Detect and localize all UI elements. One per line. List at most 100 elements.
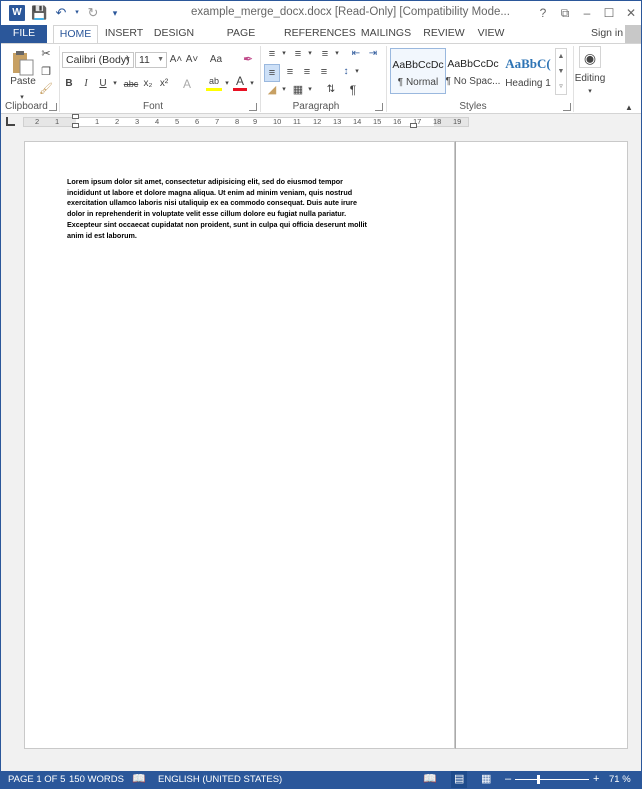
styles-gallery-scroll[interactable]: ▲ ▼ ▿ <box>555 48 567 95</box>
avatar[interactable] <box>625 25 641 43</box>
sort-icon[interactable]: ⇅ <box>324 82 338 98</box>
document-page-next[interactable] <box>455 141 628 749</box>
borders-icon[interactable]: ▦ <box>291 82 305 98</box>
proofing-icon[interactable]: 📖 <box>132 771 146 788</box>
document-page[interactable]: Lorem ipsum dolor sit amet, consectetur … <box>24 141 455 749</box>
superscript-button[interactable]: x² <box>157 76 171 92</box>
zoom-slider-thumb[interactable] <box>537 775 540 784</box>
change-case-button[interactable]: Aa <box>206 52 226 68</box>
align-right-icon[interactable]: ≡ <box>299 64 315 80</box>
read-mode-icon[interactable]: 📖 <box>423 771 437 788</box>
tab-design[interactable]: DESIGN <box>152 25 196 44</box>
font-color-dropdown-icon[interactable]: ▾ <box>248 76 256 92</box>
ruler-tick: 4 <box>155 117 160 126</box>
copy-icon[interactable]: ❐ <box>39 64 53 80</box>
binoculars-icon[interactable]: ◉ <box>579 46 601 68</box>
tab-mailings[interactable]: MAILINGS <box>358 25 414 44</box>
bullets-icon[interactable]: ≡ <box>264 46 280 62</box>
chevron-down-icon[interactable]: ▼ <box>556 64 566 79</box>
subscript-button[interactable]: x₂ <box>141 76 155 92</box>
align-left-icon[interactable]: ≡ <box>264 64 280 82</box>
underline-button[interactable]: U <box>97 76 109 92</box>
tab-references[interactable]: REFERENCES <box>284 25 356 44</box>
paste-button[interactable]: Paste <box>7 74 39 90</box>
text-effects-button[interactable]: A <box>181 76 193 92</box>
numbering-dropdown-icon[interactable]: ▾ <box>306 46 314 62</box>
body-paragraph[interactable]: Lorem ipsum dolor sit amet, consectetur … <box>67 177 372 241</box>
increase-indent-icon[interactable]: ⇥ <box>366 46 380 62</box>
line-spacing-dropdown-icon[interactable]: ▾ <box>353 64 361 80</box>
redo-icon[interactable]: ↻ <box>85 4 101 22</box>
zoom-out-button[interactable]: – <box>505 771 511 788</box>
tab-file[interactable]: FILE <box>1 25 47 44</box>
right-indent-marker[interactable] <box>410 123 417 128</box>
tab-view[interactable]: VIEW <box>474 25 508 44</box>
ruler-tick: 19 <box>453 117 462 126</box>
help-button[interactable]: ? <box>532 3 554 23</box>
decrease-indent-icon[interactable]: ⇤ <box>349 46 363 62</box>
font-color-button[interactable]: A <box>233 74 247 91</box>
underline-dropdown-icon[interactable]: ▾ <box>111 76 119 92</box>
page-count[interactable]: PAGE 1 OF 5 <box>8 771 65 788</box>
font-launcher-icon[interactable] <box>249 103 257 111</box>
line-spacing-icon[interactable]: ↕ <box>339 64 353 80</box>
clear-formatting-icon[interactable]: ✒ <box>241 51 255 67</box>
paste-icon[interactable] <box>12 50 34 76</box>
sign-in-link[interactable]: Sign in <box>591 27 623 39</box>
zoom-level[interactable]: 71 % <box>609 771 631 788</box>
align-center-icon[interactable]: ≡ <box>282 64 298 80</box>
multilevel-list-icon[interactable]: ≡ <box>317 46 333 62</box>
styles-launcher-icon[interactable] <box>563 103 571 111</box>
shading-icon[interactable]: ◢ <box>264 82 280 98</box>
undo-icon[interactable]: ↶ <box>53 4 69 22</box>
tab-selector-icon[interactable] <box>6 117 15 126</box>
horizontal-ruler[interactable]: 2 1 1 2 3 4 5 6 7 8 9 10 11 12 13 14 15 … <box>23 114 469 128</box>
word-count[interactable]: 150 WORDS <box>69 771 124 788</box>
numbering-icon[interactable]: ≡ <box>290 46 306 62</box>
style-heading-1[interactable]: AaBbC( Heading 1 <box>500 48 556 94</box>
word-app-icon[interactable]: W <box>9 5 25 21</box>
bullets-dropdown-icon[interactable]: ▾ <box>280 46 288 62</box>
strikethrough-button[interactable]: abc <box>122 76 140 92</box>
font-family-select[interactable]: Calibri (Body) ▼ <box>62 52 134 68</box>
style-no-spacing[interactable]: AaBbCcDc ¶ No Spac... <box>445 48 501 94</box>
tab-insert[interactable]: INSERT <box>102 25 146 44</box>
ribbon-display-options-button[interactable]: ⧉ <box>554 3 576 23</box>
clipboard-launcher-icon[interactable] <box>49 103 57 111</box>
format-painter-icon[interactable]: 🖌 <box>39 81 53 97</box>
italic-button[interactable]: I <box>80 76 92 92</box>
customize-quick-access-icon[interactable]: ▾ <box>107 4 123 22</box>
editing-dropdown-icon[interactable]: ▾ <box>583 84 597 100</box>
first-line-indent-marker[interactable] <box>72 114 79 119</box>
font-size-select[interactable]: 11 ▼ <box>135 52 167 68</box>
bold-button[interactable]: B <box>63 76 75 92</box>
justify-icon[interactable]: ≡ <box>316 64 332 80</box>
grow-font-button[interactable]: A˄ <box>169 52 183 68</box>
maximize-button[interactable]: ☐ <box>598 3 620 23</box>
zoom-slider[interactable] <box>515 779 589 780</box>
more-styles-icon[interactable]: ▿ <box>556 79 566 94</box>
tab-review[interactable]: REVIEW <box>421 25 467 44</box>
highlight-dropdown-icon[interactable]: ▾ <box>223 76 231 92</box>
undo-dropdown-icon[interactable]: ▾ <box>69 4 85 22</box>
shading-dropdown-icon[interactable]: ▾ <box>280 82 288 98</box>
hanging-indent-marker[interactable] <box>72 123 79 128</box>
highlight-button[interactable]: ab <box>206 74 222 91</box>
minimize-button[interactable]: – <box>576 3 598 23</box>
shrink-font-button[interactable]: A˅ <box>185 52 199 68</box>
cut-icon[interactable]: ✂ <box>39 46 53 62</box>
web-layout-icon[interactable]: ▦ <box>481 771 491 788</box>
borders-dropdown-icon[interactable]: ▾ <box>306 82 314 98</box>
language-indicator[interactable]: ENGLISH (UNITED STATES) <box>158 771 282 788</box>
paragraph-launcher-icon[interactable] <box>375 103 383 111</box>
multilevel-dropdown-icon[interactable]: ▾ <box>333 46 341 62</box>
zoom-in-button[interactable]: + <box>593 771 599 788</box>
style-normal[interactable]: AaBbCcDc ¶ Normal <box>390 48 446 94</box>
close-button[interactable]: ✕ <box>620 3 642 23</box>
show-formatting-button[interactable]: ¶ <box>346 82 360 98</box>
save-icon[interactable]: 💾 <box>31 4 47 22</box>
tab-page-layout[interactable]: PAGE LAYOUT <box>206 25 276 56</box>
tab-home[interactable]: HOME <box>53 25 98 45</box>
print-layout-icon[interactable]: ▤ <box>451 771 468 788</box>
chevron-up-icon[interactable]: ▲ <box>556 49 566 64</box>
